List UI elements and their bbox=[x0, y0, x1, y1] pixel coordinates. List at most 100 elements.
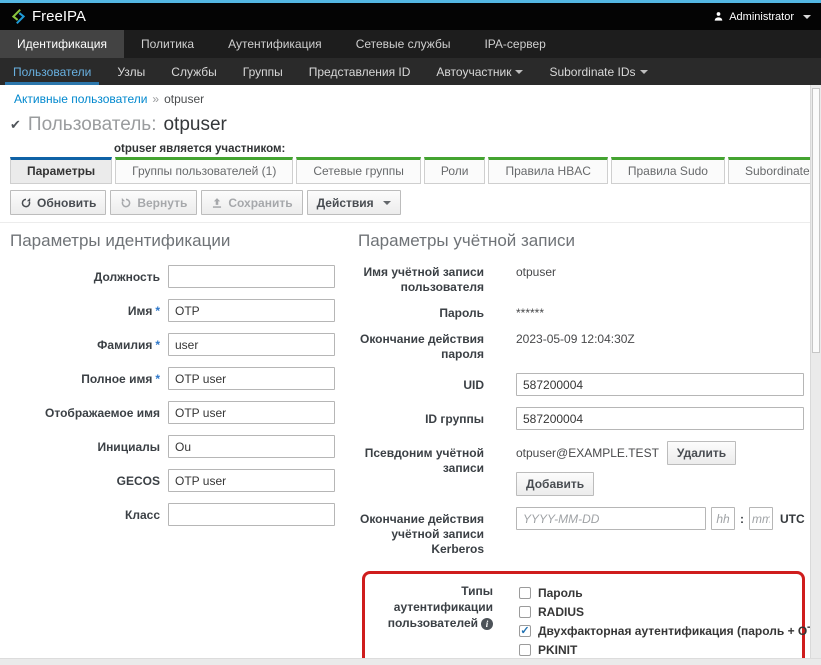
refresh-button[interactable]: Обновить bbox=[10, 190, 106, 215]
revert-button[interactable]: Вернуть bbox=[110, 190, 197, 215]
account-section: Параметры учётной записи Имя учётной зап… bbox=[358, 231, 821, 665]
facet-tabs: ПараметрыГруппы пользователей (1)Сетевые… bbox=[10, 157, 821, 184]
vertical-scrollbar-thumb[interactable] bbox=[812, 88, 820, 353]
account-section-title: Параметры учётной записи bbox=[358, 231, 803, 251]
field-label-text: Инициалы bbox=[97, 440, 160, 454]
tab-hbac-rules[interactable]: Правила HBAC bbox=[488, 157, 607, 184]
auth-type-option-pkinit[interactable]: PKINIT bbox=[519, 640, 821, 659]
page-title-prefix: Пользователь: bbox=[28, 114, 157, 136]
field-label-password-expiration: Окончание действия пароля bbox=[358, 332, 484, 362]
display-name-input[interactable] bbox=[168, 401, 335, 424]
breadcrumb-separator: » bbox=[152, 92, 159, 106]
checkbox-otp[interactable]: ✓ bbox=[519, 625, 531, 637]
identity-section: Параметры идентификации Должность Имя* Фам… bbox=[0, 231, 358, 665]
initials-input[interactable] bbox=[168, 435, 335, 458]
field-label-first-name: Имя* bbox=[10, 299, 160, 319]
checkbox-password[interactable] bbox=[519, 587, 531, 599]
tab-netgroups[interactable]: Сетевые группы bbox=[296, 157, 421, 184]
remove-alias-button[interactable]: Удалить bbox=[667, 441, 736, 465]
krb-expiration-date-input[interactable] bbox=[516, 507, 706, 530]
field-label-text: Фамилия bbox=[97, 338, 152, 352]
field-label-class: Класс bbox=[10, 503, 160, 523]
account-fields: Имя учётной записи пользователяotpuserПа… bbox=[358, 265, 803, 557]
main-nav-network-services[interactable]: Сетевые службы bbox=[339, 30, 468, 58]
sub-nav-label: Узлы bbox=[117, 65, 145, 79]
krb-expiration-minute-input[interactable] bbox=[749, 507, 773, 530]
auth-type-option-otp[interactable]: ✓ Двухфакторная аутентификация (пароль + … bbox=[519, 621, 821, 640]
actions-label: Действия bbox=[317, 196, 374, 210]
auth-type-option-label: Двухфакторная аутентификация (пароль + O… bbox=[538, 624, 821, 638]
tab-user-groups[interactable]: Группы пользователей (1) bbox=[115, 157, 293, 184]
field-label-job-title: Должность bbox=[10, 265, 160, 285]
class-input[interactable] bbox=[168, 503, 335, 526]
save-button[interactable]: Сохранить bbox=[201, 190, 302, 215]
gecos-input[interactable] bbox=[168, 469, 335, 492]
main-nav-policy[interactable]: Политика bbox=[124, 30, 211, 58]
main-nav-ipa-server[interactable]: IPA-сервер bbox=[467, 30, 562, 58]
sub-nav-label: Группы bbox=[243, 65, 283, 79]
field-uid: UID bbox=[358, 373, 803, 396]
sub-nav-hosts[interactable]: Узлы bbox=[104, 58, 158, 85]
user-menu[interactable]: Administrator bbox=[713, 11, 811, 23]
tab-roles[interactable]: Роли bbox=[424, 157, 486, 184]
sub-nav-label: Представления ID bbox=[309, 65, 411, 79]
sub-nav-subordinate-ids[interactable]: Subordinate IDs bbox=[536, 58, 660, 85]
field-control-display-name bbox=[168, 401, 335, 424]
field-password-expiration: Окончание действия пароля 2023-05-09 12:0… bbox=[358, 332, 803, 362]
revert-label: Вернуть bbox=[137, 196, 187, 210]
field-display-name: Отображаемое имя bbox=[10, 401, 358, 424]
field-class: Класс bbox=[10, 503, 358, 526]
auth-type-option-password[interactable]: Пароль bbox=[519, 583, 821, 602]
add-alias-button[interactable]: Добавить bbox=[516, 472, 594, 496]
field-control-first-name bbox=[168, 299, 335, 322]
field-control-password-expiration: 2023-05-09 12:04:30Z bbox=[516, 332, 635, 347]
save-label: Сохранить bbox=[228, 196, 292, 210]
field-principal-alias: Псевдоним учётной записиotpuser@EXAMPLE.… bbox=[358, 441, 803, 496]
last-name-input[interactable] bbox=[168, 333, 335, 356]
first-name-input[interactable] bbox=[168, 299, 335, 322]
user-menu-label: Administrator bbox=[729, 11, 794, 23]
main-nav-authentication[interactable]: Аутентификация bbox=[211, 30, 339, 58]
field-control-login: otpuser bbox=[516, 265, 556, 280]
tab-sudo-rules[interactable]: Правила Sudo bbox=[611, 157, 725, 184]
field-label-display-name: Отображаемое имя bbox=[10, 401, 160, 421]
field-label-text: Класс bbox=[125, 508, 160, 522]
auth-types-highlight-box: Типы аутентификации пользователейi Парол… bbox=[362, 571, 805, 665]
main-nav-identity[interactable]: Идентификация bbox=[0, 30, 124, 58]
sub-nav-label: Автоучастник bbox=[436, 65, 511, 79]
field-label-text: Должность bbox=[94, 270, 160, 284]
job-title-input[interactable] bbox=[168, 265, 335, 288]
breadcrumb: Активные пользователи»otpuser bbox=[0, 85, 821, 111]
uid-input[interactable] bbox=[516, 373, 804, 396]
actions-button[interactable]: Действия bbox=[307, 190, 401, 215]
horizontal-scrollbar[interactable] bbox=[0, 658, 821, 665]
sub-nav-users[interactable]: Пользователи bbox=[0, 58, 104, 85]
field-first-name: Имя* bbox=[10, 299, 358, 322]
identity-section-title: Параметры идентификации bbox=[10, 231, 358, 251]
principal-alias-value-row: otpuser@EXAMPLE.TESTУдалить bbox=[516, 441, 736, 465]
field-label-text: Отображаемое имя bbox=[45, 406, 160, 420]
vertical-scrollbar[interactable] bbox=[810, 85, 821, 658]
tab-settings[interactable]: Параметры bbox=[10, 157, 112, 184]
freeipa-logo[interactable]: FreeIPA bbox=[10, 8, 86, 25]
field-job-title: Должность bbox=[10, 265, 358, 288]
sub-nav-services[interactable]: Службы bbox=[158, 58, 229, 85]
checkbox-radius[interactable] bbox=[519, 606, 531, 618]
krb-expiration-controls: :UTC bbox=[516, 507, 805, 530]
chevron-down-icon bbox=[640, 70, 648, 74]
field-label-gecos: GECOS bbox=[10, 469, 160, 489]
tab-subordinate-ids[interactable]: Subordinate ids bbox=[728, 157, 821, 184]
user-icon bbox=[713, 11, 724, 22]
auth-type-option-radius[interactable]: RADIUS bbox=[519, 602, 821, 621]
breadcrumb-link-active-users[interactable]: Активные пользователи bbox=[14, 92, 147, 106]
chevron-down-icon bbox=[515, 70, 523, 74]
field-control-last-name bbox=[168, 333, 335, 356]
field-gid: ID группы bbox=[358, 407, 803, 430]
sub-nav-id-views[interactable]: Представления ID bbox=[296, 58, 424, 85]
full-name-input[interactable] bbox=[168, 367, 335, 390]
sub-nav-groups[interactable]: Группы bbox=[230, 58, 296, 85]
sub-nav-automember[interactable]: Автоучастник bbox=[423, 58, 536, 85]
checkbox-pkinit[interactable] bbox=[519, 644, 531, 656]
gid-input[interactable] bbox=[516, 407, 804, 430]
krb-expiration-hour-input[interactable] bbox=[711, 507, 735, 530]
